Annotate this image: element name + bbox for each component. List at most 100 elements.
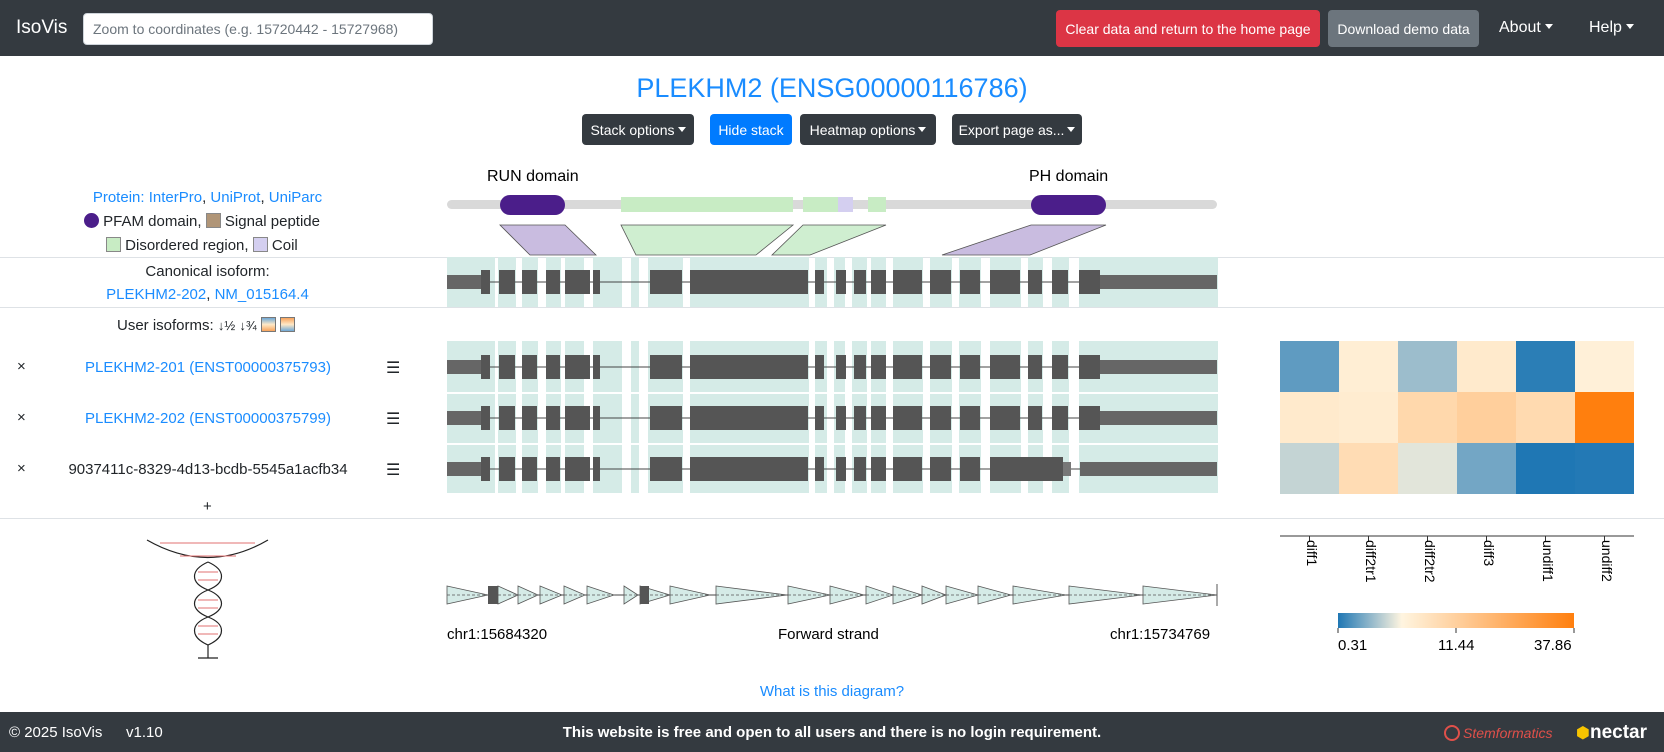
exon xyxy=(836,457,846,481)
exon xyxy=(522,355,537,379)
exon xyxy=(1079,270,1100,294)
exon xyxy=(871,457,886,481)
run-domain-projection xyxy=(499,224,597,256)
exon xyxy=(1052,406,1068,430)
exon xyxy=(593,270,600,294)
ph-domain-projection xyxy=(941,224,1107,256)
exon xyxy=(1028,406,1042,430)
exon xyxy=(960,270,980,294)
exon xyxy=(546,270,560,294)
exon xyxy=(990,270,1020,294)
color-scale-bar xyxy=(1338,613,1574,628)
exon xyxy=(836,406,846,430)
heatmap-cell xyxy=(1339,443,1398,494)
exon xyxy=(815,355,824,379)
exon xyxy=(930,457,951,481)
exon xyxy=(930,406,951,430)
stemformatics-icon xyxy=(1444,725,1460,741)
exon xyxy=(1079,406,1100,430)
gene-diagram xyxy=(146,195,1634,659)
exon xyxy=(565,406,590,430)
ph-domain-shape xyxy=(1031,195,1106,215)
exon xyxy=(893,355,922,379)
heatmap-cell xyxy=(1457,443,1516,494)
utr-right xyxy=(1100,360,1217,374)
exon xyxy=(481,457,490,481)
heatmap-cell xyxy=(1339,392,1398,443)
stemformatics-label: Stemformatics xyxy=(1463,725,1553,741)
exon xyxy=(499,355,515,379)
sample-label: diff2tr2 xyxy=(1422,540,1438,583)
stemformatics-logo[interactable]: Stemformatics xyxy=(1444,725,1552,741)
sample-label: undiff2 xyxy=(1599,540,1615,582)
what-is-this-link[interactable]: What is this diagram? xyxy=(0,683,1664,700)
sample-label: undiff1 xyxy=(1540,540,1556,582)
exon xyxy=(522,406,537,430)
exon xyxy=(481,270,490,294)
heatmap-cell xyxy=(1457,341,1516,392)
utr-right xyxy=(1100,275,1217,289)
heatmap-cell xyxy=(1575,341,1634,392)
coil-region xyxy=(838,197,853,212)
exon xyxy=(990,457,1020,481)
heatmap-cell xyxy=(1457,392,1516,443)
exon xyxy=(1028,270,1042,294)
exon xyxy=(893,406,922,430)
exon xyxy=(499,406,515,430)
exon-column xyxy=(631,341,639,493)
scale-mid-label: 11.44 xyxy=(1438,637,1475,654)
exon xyxy=(546,355,560,379)
heatmap-cell xyxy=(1280,341,1339,392)
exon xyxy=(854,406,866,430)
exon xyxy=(960,355,980,379)
disordered-region xyxy=(803,197,841,212)
end-coordinate: chr1:15734769 xyxy=(1110,626,1211,643)
heatmap[interactable] xyxy=(1280,341,1634,633)
disordered-projection xyxy=(771,224,887,256)
strand-label: Forward strand xyxy=(778,626,879,643)
heatmap-cell xyxy=(1575,443,1634,494)
heatmap-cell xyxy=(1516,341,1575,392)
start-coordinate: chr1:15684320 xyxy=(447,626,548,643)
footer: © 2025 IsoVis v1.10 This website is free… xyxy=(0,712,1664,752)
nectar-logo[interactable]: ⬢nectar xyxy=(1576,722,1647,744)
helix-strand xyxy=(193,561,223,646)
heatmap-cell xyxy=(1339,341,1398,392)
exon xyxy=(650,406,682,430)
exon xyxy=(593,457,600,481)
exon xyxy=(930,270,951,294)
exon xyxy=(690,270,808,294)
heatmap-cell xyxy=(1516,443,1575,494)
exon xyxy=(960,406,980,430)
exon xyxy=(481,355,490,379)
utr-left xyxy=(447,462,481,476)
exon xyxy=(690,406,808,430)
exon xyxy=(1016,457,1063,481)
sample-label: diff3 xyxy=(1481,540,1497,567)
utr-left xyxy=(447,275,481,289)
exon xyxy=(960,457,980,481)
disordered-projection xyxy=(620,224,795,256)
utr-right xyxy=(1080,462,1217,476)
exon xyxy=(1028,355,1042,379)
nectar-label: nectar xyxy=(1589,722,1647,743)
utr-left xyxy=(447,411,481,425)
row-separator xyxy=(447,392,1218,394)
scale-min-label: 0.31 xyxy=(1338,637,1368,654)
heatmap-cell xyxy=(1280,392,1339,443)
exon xyxy=(650,355,682,379)
heatmap-cell xyxy=(1398,443,1457,494)
utr-right xyxy=(1100,411,1217,425)
exon-column-backgrounds xyxy=(447,257,1218,493)
exon xyxy=(593,355,600,379)
exon xyxy=(499,270,515,294)
exon xyxy=(815,270,824,294)
exon xyxy=(871,355,886,379)
exon xyxy=(871,406,886,430)
exon xyxy=(650,270,682,294)
exon xyxy=(930,355,951,379)
scale-max-label: 37.86 xyxy=(1534,637,1572,654)
exon xyxy=(499,457,515,481)
utr-middle xyxy=(1063,462,1071,476)
strand-track xyxy=(446,584,1218,606)
